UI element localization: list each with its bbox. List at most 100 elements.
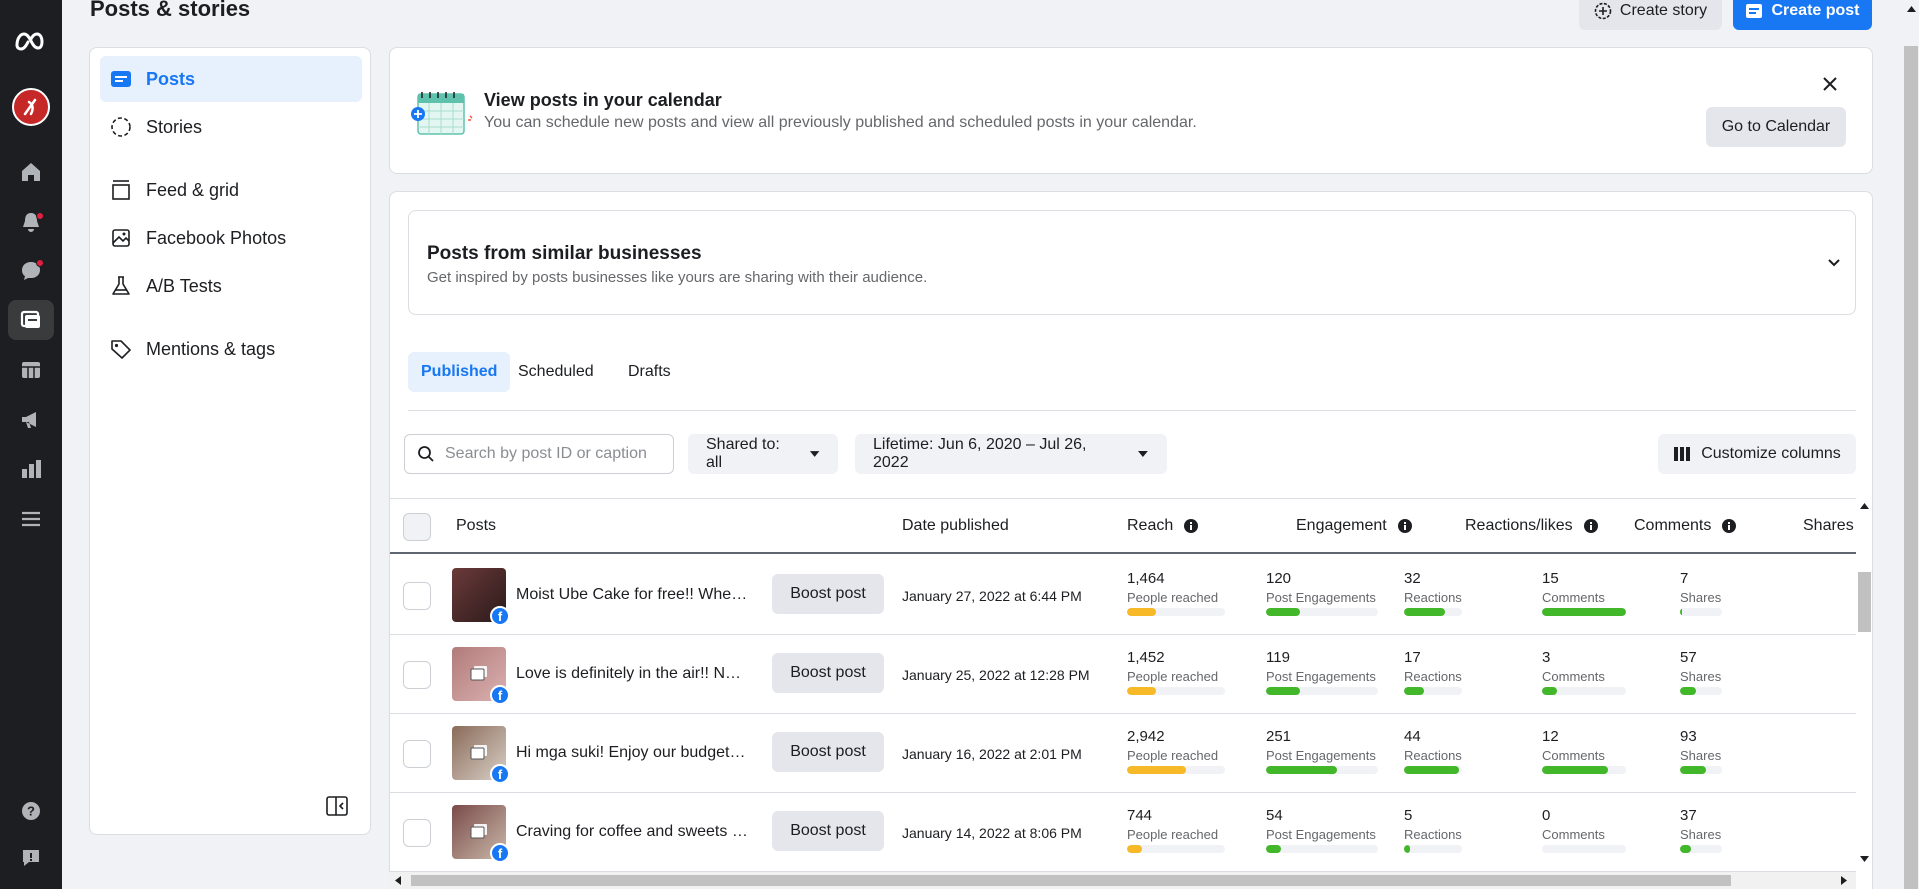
notifications-icon[interactable]	[0, 200, 62, 244]
metric-reach: 744 People reached	[1127, 807, 1225, 853]
date-range-dropdown[interactable]: Lifetime: Jun 6, 2020 – Jul 26, 2022	[855, 434, 1167, 474]
sidebar-item-feed-grid[interactable]: Feed & grid	[100, 167, 362, 213]
info-icon[interactable]	[1397, 518, 1413, 534]
metric-bar-fill	[1127, 766, 1186, 774]
select-all-checkbox[interactable]	[403, 513, 431, 541]
metric-bar-fill	[1680, 608, 1683, 616]
sidebar-item-posts[interactable]: Posts	[100, 56, 362, 102]
sidebar-item-mentions-tags[interactable]: Mentions & tags	[100, 326, 362, 372]
metric-label: Reactions	[1404, 590, 1462, 605]
messages-icon[interactable]	[0, 249, 62, 293]
scrollbar-thumb[interactable]	[1858, 572, 1871, 632]
column-engagement[interactable]: Engagement	[1296, 517, 1413, 535]
metric-label: Shares	[1680, 669, 1722, 684]
column-comments[interactable]: Comments	[1634, 517, 1737, 535]
column-label: Reach	[1127, 517, 1174, 534]
vertical-scrollbar[interactable]	[1856, 500, 1873, 889]
metric-reach: 1,452 People reached	[1127, 649, 1225, 695]
row-checkbox[interactable]	[403, 661, 431, 689]
metric-bar	[1404, 608, 1462, 616]
facebook-icon: f	[490, 685, 510, 705]
metric-bar	[1127, 608, 1225, 616]
info-icon[interactable]	[1721, 518, 1737, 534]
posts-icon[interactable]	[0, 298, 62, 342]
search-input[interactable]: Search by post ID or caption	[404, 434, 674, 474]
post-caption[interactable]: Love is definitely in the air!! Nalala..…	[516, 665, 748, 683]
column-date[interactable]: Date published	[902, 517, 1009, 535]
help-icon[interactable]: ?	[0, 789, 62, 833]
table-row[interactable]: f Craving for coffee and sweets but... Boo…	[390, 793, 1856, 872]
sidebar-item-facebook-photos[interactable]: Facebook Photos	[100, 215, 362, 261]
page-scrollbar-thumb[interactable]	[1904, 46, 1918, 889]
boost-post-button[interactable]: Boost post	[772, 653, 884, 693]
column-posts[interactable]: Posts	[456, 517, 496, 535]
metric-bar-fill	[1266, 687, 1300, 695]
column-reach[interactable]: Reach	[1127, 517, 1199, 535]
metric-bar	[1127, 766, 1225, 774]
feed-grid-icon	[112, 180, 130, 200]
table-row[interactable]: f Hi mga suki! Enjoy our budget frie... Bo…	[390, 714, 1856, 793]
table-row[interactable]: f Love is definitely in the air!! Nalala.…	[390, 635, 1856, 714]
content-icon[interactable]	[0, 348, 62, 392]
column-shares[interactable]: Shares	[1803, 517, 1854, 535]
page-avatar[interactable]	[12, 88, 50, 126]
row-checkbox[interactable]	[403, 819, 431, 847]
metric-label: Post Engagements	[1266, 590, 1376, 605]
tab-published[interactable]: Published	[408, 352, 511, 392]
menu-icon[interactable]	[0, 497, 62, 541]
metric-label: Reactions	[1404, 748, 1462, 763]
info-icon[interactable]	[1583, 518, 1599, 534]
metric-label: Post Engagements	[1266, 748, 1376, 763]
feedback-icon[interactable]	[0, 836, 62, 880]
meta-logo-icon[interactable]	[0, 18, 62, 62]
similar-businesses-card[interactable]: Posts from similar businesses Get inspir…	[408, 210, 1856, 315]
home-icon[interactable]	[0, 150, 62, 194]
post-caption[interactable]: Craving for coffee and sweets but...	[516, 823, 748, 841]
metric-label: People reached	[1127, 748, 1219, 763]
post-caption[interactable]: Moist Ube Cake for free!! When yo...	[516, 586, 748, 604]
metric-bar-fill	[1680, 845, 1691, 853]
scroll-down-icon[interactable]	[1860, 856, 1869, 862]
metric-bar	[1542, 687, 1626, 695]
column-reactions[interactable]: Reactions/likes	[1465, 517, 1599, 535]
customize-columns-button[interactable]: Customize columns	[1658, 434, 1856, 474]
create-story-button[interactable]: Create story	[1579, 0, 1722, 30]
horizontal-scrollbar[interactable]	[389, 872, 1856, 889]
tab-scheduled[interactable]: Scheduled	[505, 352, 607, 392]
go-to-calendar-button[interactable]: Go to Calendar	[1706, 107, 1846, 147]
tab-drafts[interactable]: Drafts	[615, 352, 684, 392]
post-caption[interactable]: Hi mga suki! Enjoy our budget frie...	[516, 744, 748, 762]
scroll-right-icon[interactable]	[1841, 876, 1847, 885]
sidebar-item-ab-tests[interactable]: A/B Tests	[100, 263, 362, 309]
info-icon[interactable]	[1183, 518, 1199, 534]
sidebar-item-stories[interactable]: Stories	[100, 104, 362, 150]
scrollbar-thumb[interactable]	[411, 875, 1731, 886]
ads-icon[interactable]	[0, 398, 62, 442]
row-checkbox[interactable]	[403, 740, 431, 768]
collapse-sidebar-icon[interactable]	[326, 796, 348, 821]
chevron-down-icon[interactable]	[1827, 255, 1841, 273]
page-scroll-up-icon[interactable]	[1907, 6, 1916, 12]
table-row[interactable]: f Moist Ube Cake for free!! When yo... Boo…	[390, 556, 1856, 635]
metric-shares: 93 Shares	[1680, 728, 1722, 774]
caret-down-icon	[1138, 451, 1149, 457]
metric-label: Comments	[1542, 669, 1605, 684]
boost-post-button[interactable]: Boost post	[772, 732, 884, 772]
columns-icon	[1674, 447, 1691, 461]
boost-post-button[interactable]: Boost post	[772, 811, 884, 851]
sidebar: Posts Stories Feed & grid Facebook Photo…	[89, 47, 371, 835]
create-post-button[interactable]: Create post	[1733, 0, 1872, 30]
metric-shares: 7 Shares	[1680, 570, 1722, 616]
insights-icon[interactable]	[0, 447, 62, 491]
scroll-up-icon[interactable]	[1860, 503, 1869, 509]
search-placeholder: Search by post ID or caption	[445, 445, 647, 462]
scroll-left-icon[interactable]	[395, 876, 401, 885]
sidebar-item-label: A/B Tests	[146, 275, 222, 296]
shared-to-dropdown[interactable]: Shared to: all	[688, 434, 838, 474]
row-checkbox[interactable]	[403, 582, 431, 610]
facebook-icon: f	[490, 606, 510, 626]
boost-post-button[interactable]: Boost post	[772, 574, 884, 614]
banner-title: View posts in your calendar	[484, 90, 722, 110]
close-icon[interactable]	[1822, 76, 1838, 97]
metric-value: 32	[1404, 570, 1421, 587]
